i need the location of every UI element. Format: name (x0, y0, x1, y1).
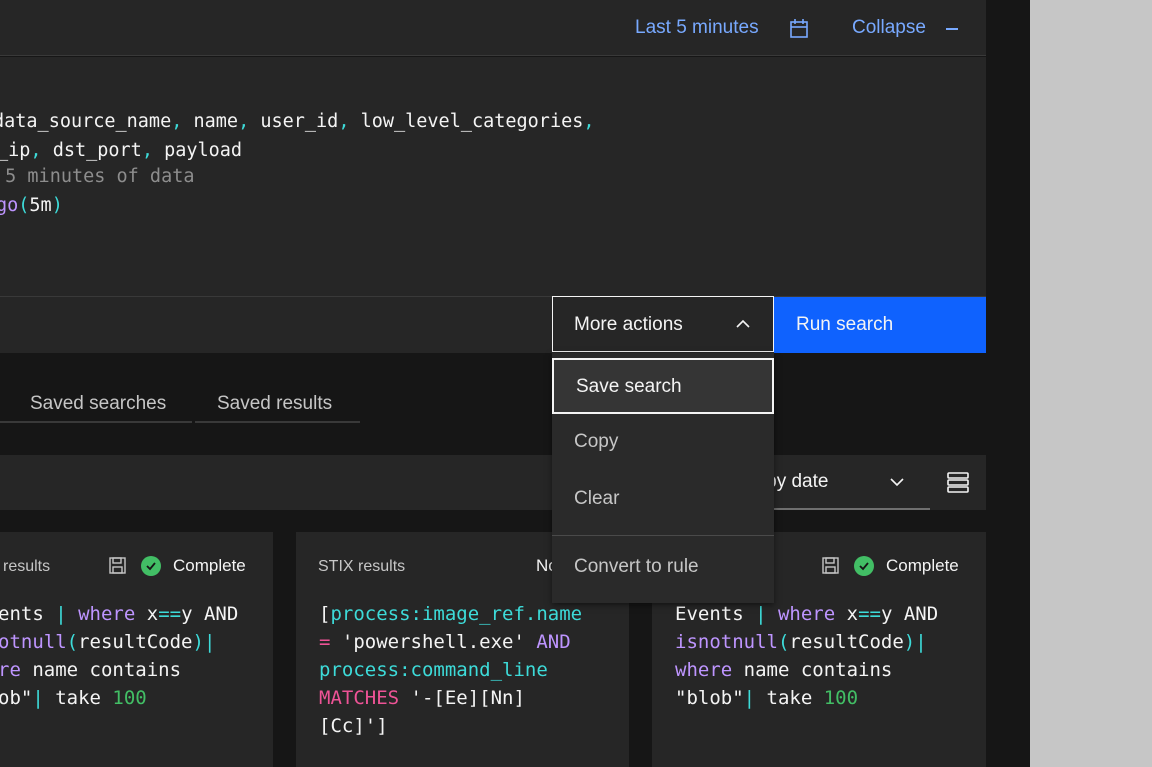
code-line: process:command_line (319, 659, 548, 681)
code-token: dst_port (52, 140, 142, 161)
card-query: Events | where x==y AND isnotnull(resultC… (675, 600, 938, 712)
more-actions-label: More actions (574, 314, 683, 335)
more-actions-button[interactable]: More actions (552, 296, 774, 352)
chevron-up-icon (736, 319, 750, 328)
code-line: [process:image_ref.name (319, 603, 583, 625)
code-comment: 5 minutes of data (0, 166, 195, 187)
code-token: , (141, 140, 165, 161)
tab-saved-searches[interactable]: Saved searches (0, 393, 192, 423)
list-view-icon[interactable] (947, 472, 969, 493)
status-label: Complete (173, 556, 246, 575)
time-range-link[interactable]: Last 5 minutes (635, 17, 759, 39)
code-fn: go (0, 195, 19, 216)
code-line-2: _ip, dst_port, payload (0, 137, 242, 165)
code-line: ents | where x==y AND (0, 603, 239, 625)
code-line-1: data_source_name, name, user_id, low_lev… (0, 108, 595, 136)
query-editor[interactable]: data_source_name, name, user_id, low_lev… (0, 57, 986, 296)
save-icon[interactable] (822, 557, 839, 574)
menu-item-copy[interactable]: Copy (552, 415, 774, 471)
menu-item-convert-to-rule[interactable]: Convert to rule (552, 540, 774, 596)
result-card[interactable]: results Complete ents | where x==y AND ot… (0, 532, 273, 767)
code-line: otnull(resultCode)| (0, 631, 216, 653)
results-toolbar: Sort by date (0, 455, 986, 510)
status-label: Complete (886, 556, 959, 575)
minus-icon[interactable] (946, 28, 958, 30)
code-token: , (583, 111, 595, 132)
code-token: low_level_categories (360, 111, 584, 132)
code-line: re name contains (0, 659, 182, 681)
chevron-down-icon (890, 478, 904, 487)
tab-saved-results[interactable]: Saved results (195, 393, 360, 423)
calendar-icon[interactable] (790, 19, 808, 38)
code-line: [Cc]'] (319, 715, 388, 737)
checkmark-filled-icon (141, 556, 161, 576)
code-arg: 5m (29, 195, 52, 216)
code-line: where name contains (675, 659, 893, 681)
code-token: data_source_name (0, 111, 172, 132)
save-icon[interactable] (109, 557, 126, 574)
code-line: ob"| take 100 (0, 687, 147, 709)
run-search-button[interactable]: Run search (774, 297, 986, 353)
code-token: , (338, 111, 361, 132)
code-line: MATCHES '-[Ee][Nn] (319, 687, 525, 709)
header: Last 5 minutes Collapse (0, 0, 986, 56)
card-title: STIX results (318, 558, 406, 575)
collapse-link[interactable]: Collapse (852, 17, 926, 39)
background-panel (1030, 0, 1152, 767)
code-line: Events | where x==y AND (675, 603, 939, 625)
code-paren: ) (51, 195, 63, 216)
search-panel: Last 5 minutes Collapse data_source_name… (0, 0, 986, 767)
code-line: "blob"| take 100 (675, 687, 859, 709)
menu-item-save-search[interactable]: Save search (552, 358, 774, 414)
card-query: [process:image_ref.name = 'powershell.exe… (319, 600, 582, 740)
code-line: = 'powershell.exe' AND (319, 631, 571, 653)
card-title: results (3, 558, 51, 575)
code-token: payload (164, 140, 243, 161)
code-token: , (171, 111, 194, 132)
card-query: ents | where x==y AND otnull(resultCode)|… (0, 600, 238, 712)
code-token: _ip (0, 140, 31, 161)
more-actions-menu: Save search Copy Clear Convert to rule (552, 353, 774, 603)
code-token: name (193, 111, 239, 132)
menu-item-clear[interactable]: Clear (552, 472, 774, 528)
code-token: user_id (260, 111, 339, 132)
code-token: , (30, 140, 53, 161)
code-paren: ( (18, 195, 30, 216)
checkmark-filled-icon (854, 556, 874, 576)
code-line-4: go(5m) (0, 192, 63, 220)
code-token: , (238, 111, 261, 132)
code-line: isnotnull(resultCode)| (675, 631, 927, 653)
menu-divider (552, 535, 774, 536)
